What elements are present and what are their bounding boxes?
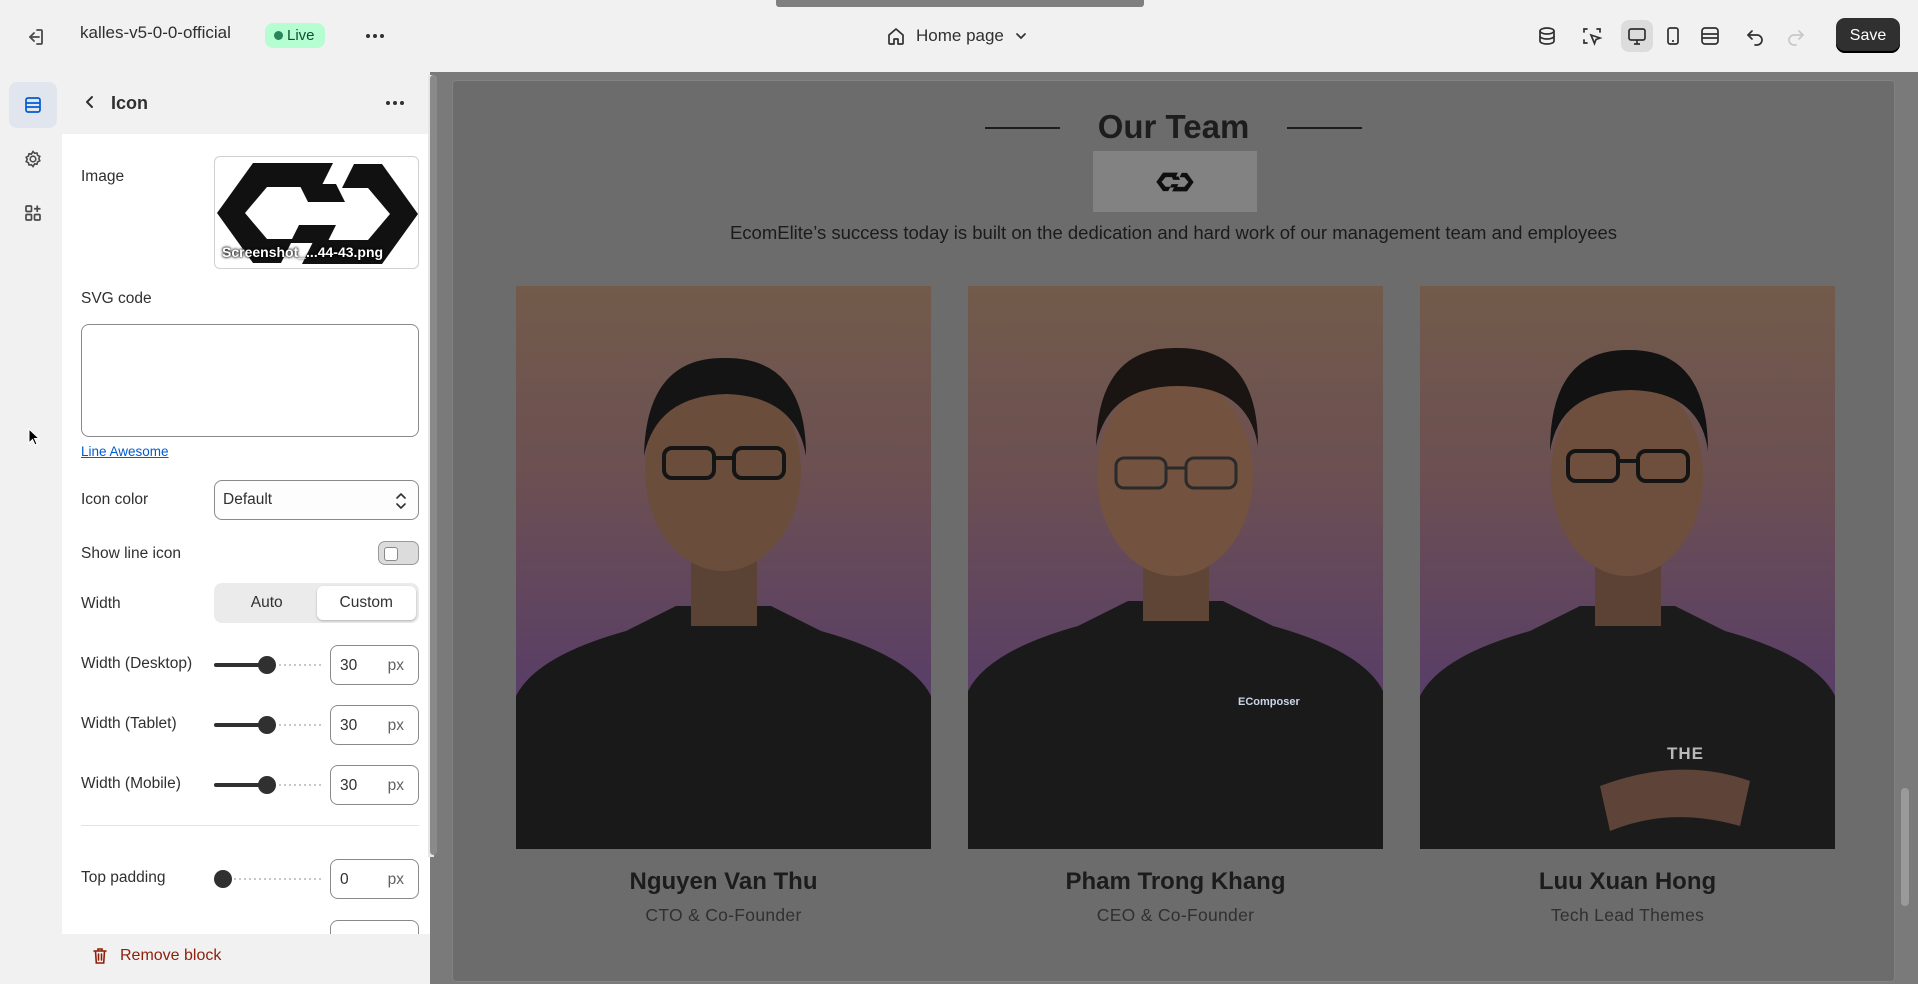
fullscreen-view-icon[interactable]: [1694, 20, 1726, 52]
width-tablet-unit: px: [387, 717, 404, 734]
show-line-icon-label: Show line icon: [81, 545, 181, 562]
width-mobile-label: Width (Mobile): [81, 775, 181, 792]
editor-topbar: kalles-v5-0-0-official Live Home page Sa…: [0, 0, 1918, 72]
top-padding-input[interactable]: 0 px: [330, 859, 419, 899]
width-mobile-slider[interactable]: [214, 775, 322, 795]
width-desktop-unit: px: [387, 657, 404, 674]
width-label: Width: [81, 595, 121, 612]
status-badge: Live: [265, 23, 325, 48]
chevron-down-icon: [1016, 33, 1026, 40]
panel-header: Icon: [62, 72, 430, 134]
loading-bar: [776, 0, 1144, 7]
undo-icon[interactable]: [1739, 20, 1771, 52]
width-desktop-label: Width (Desktop): [81, 655, 193, 672]
page-selector-label: Home page: [916, 26, 1004, 45]
top-padding-value: 0: [340, 871, 349, 888]
remove-block-button[interactable]: Remove block: [92, 947, 221, 965]
panel-scrollbar[interactable]: [430, 75, 437, 855]
slider-knob[interactable]: [258, 776, 276, 794]
trash-icon: [93, 948, 107, 964]
back-arrow-icon[interactable]: [76, 88, 104, 116]
width-auto-option[interactable]: Auto: [217, 586, 317, 620]
block-settings-panel: Icon Image Screenshot_...44-43.png SVG c…: [62, 72, 430, 984]
sections-icon[interactable]: [9, 82, 57, 128]
desktop-view-icon[interactable]: [1621, 20, 1653, 52]
width-desktop-input[interactable]: 30 px: [330, 645, 419, 685]
image-label: Image: [81, 168, 125, 185]
next-field-input[interactable]: [330, 920, 419, 934]
select-chevron-icon: [396, 493, 406, 509]
width-mobile-value: 30: [340, 777, 358, 794]
panel-title: Icon: [111, 93, 149, 113]
width-custom-option[interactable]: Custom: [316, 586, 416, 620]
exit-icon[interactable]: [20, 22, 50, 52]
save-button[interactable]: Save: [1836, 18, 1900, 53]
width-mode-segmented: Auto Custom: [214, 583, 419, 623]
show-line-icon-toggle[interactable]: [378, 541, 419, 565]
width-tablet-input[interactable]: 30 px: [330, 705, 419, 745]
more-options-icon[interactable]: [360, 22, 390, 50]
database-icon[interactable]: [1531, 20, 1563, 52]
width-mobile-unit: px: [387, 777, 404, 794]
icon-color-select[interactable]: Default: [214, 480, 419, 520]
width-desktop-slider[interactable]: [214, 655, 322, 675]
store-name: kalles-v5-0-0-official: [80, 23, 231, 42]
mobile-view-icon[interactable]: [1657, 20, 1689, 52]
line-awesome-link[interactable]: Line Awesome: [81, 444, 169, 459]
icon-color-value: Default: [223, 491, 273, 508]
width-tablet-label: Width (Tablet): [81, 715, 177, 732]
top-padding-label: Top padding: [81, 869, 166, 886]
mouse-cursor-icon: [28, 428, 40, 446]
svg-code-input[interactable]: [81, 324, 419, 437]
preview-frame: [452, 80, 1895, 982]
section-divider: [81, 825, 419, 826]
panel-more-icon[interactable]: [380, 90, 410, 116]
top-padding-slider[interactable]: [214, 869, 322, 889]
panel-body: Image Screenshot_...44-43.png SVG code L…: [62, 134, 430, 934]
image-filename: Screenshot_...44-43.png: [222, 244, 384, 260]
home-icon: [888, 28, 904, 45]
slider-knob[interactable]: [214, 870, 232, 888]
apps-icon[interactable]: [9, 190, 57, 236]
page-selector[interactable]: Home page: [886, 21, 1028, 51]
redo-icon[interactable]: [1780, 20, 1812, 52]
width-tablet-value: 30: [340, 717, 358, 734]
image-picker[interactable]: Screenshot_...44-43.png: [214, 156, 419, 269]
gear-icon[interactable]: [9, 136, 57, 182]
left-rail: [0, 72, 62, 984]
preview-scrollbar[interactable]: [1901, 788, 1909, 906]
icon-color-label: Icon color: [81, 491, 149, 508]
slider-knob[interactable]: [258, 656, 276, 674]
width-tablet-slider[interactable]: [214, 715, 322, 735]
top-padding-unit: px: [387, 871, 404, 888]
remove-row: Remove block: [62, 934, 430, 984]
svg-code-label: SVG code: [81, 290, 152, 307]
slider-knob[interactable]: [258, 716, 276, 734]
width-mobile-input[interactable]: 30 px: [330, 765, 419, 805]
remove-block-label: Remove block: [120, 947, 222, 964]
inspector-icon[interactable]: [1576, 20, 1608, 52]
width-desktop-value: 30: [340, 657, 358, 674]
